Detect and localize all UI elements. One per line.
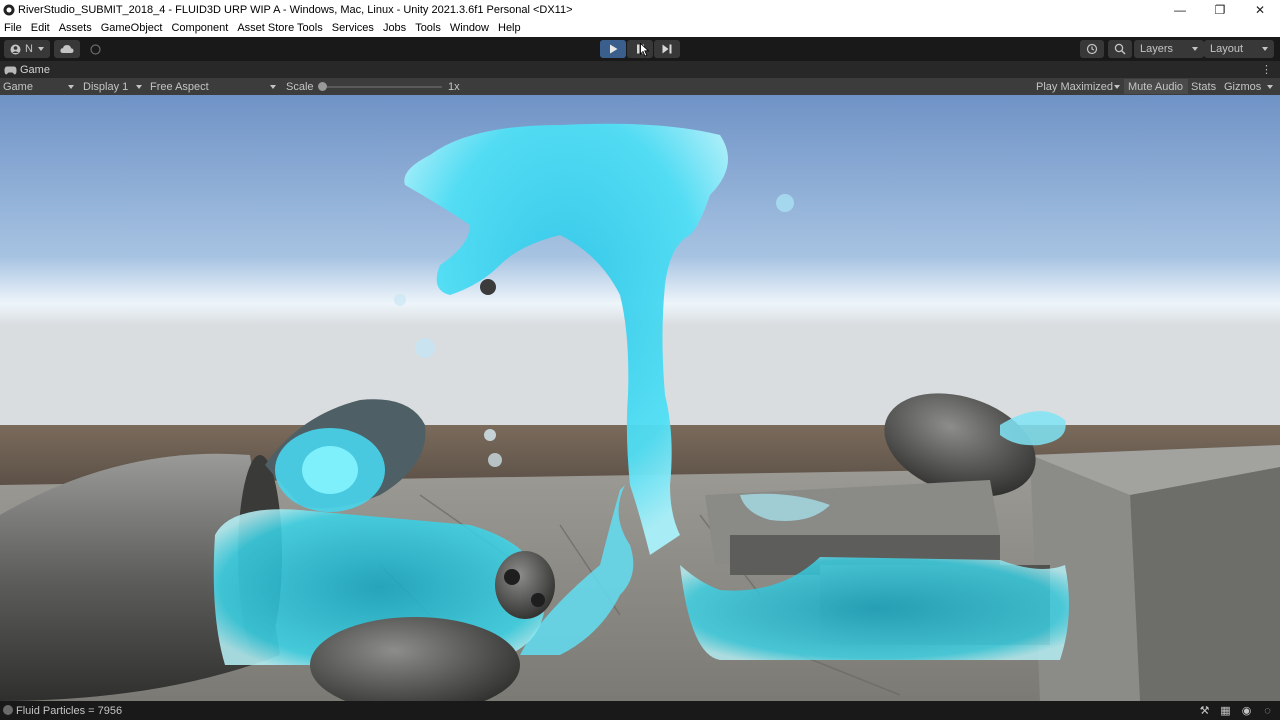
tab-menu-icon[interactable]: ⋮ — [1261, 63, 1272, 76]
minimize-icon: — — [1174, 2, 1186, 17]
view-mode-label: Game — [3, 80, 33, 93]
aspect-dropdown[interactable]: Free Aspect — [150, 79, 277, 94]
window-title: RiverStudio_SUBMIT_2018_4 - FLUID3D URP … — [18, 3, 573, 16]
step-icon — [662, 44, 672, 54]
cloud-icon — [60, 45, 74, 53]
scale-slider-track[interactable] — [320, 86, 442, 88]
search-button[interactable] — [1108, 40, 1132, 58]
wrench-icon[interactable]: ⚒ — [1198, 704, 1211, 717]
stats-label: Stats — [1191, 80, 1217, 93]
step-button[interactable] — [654, 40, 680, 58]
tab-game[interactable]: Game — [4, 62, 50, 78]
history-icon — [1086, 43, 1098, 55]
menu-assets[interactable]: Assets — [59, 22, 92, 34]
main-toolbar: N Layers Layout — [0, 37, 1280, 61]
view-mode-dropdown[interactable]: Game — [3, 79, 75, 94]
collab-icon — [89, 43, 101, 55]
play-button[interactable] — [600, 40, 626, 58]
display-label: Display 1 — [83, 80, 129, 93]
cloud-button[interactable] — [54, 40, 80, 58]
game-tab-bar: Game ⋮ — [0, 61, 1280, 78]
menu-tools[interactable]: Tools — [415, 22, 441, 34]
menu-window[interactable]: Window — [450, 22, 489, 34]
status-bar: Fluid Particles = 7956 ⚒ ▦ ◉ ◌ — [0, 701, 1280, 720]
layers-dropdown[interactable]: Layers — [1134, 40, 1204, 58]
collab-button[interactable] — [84, 40, 106, 58]
game-scene — [0, 95, 1280, 701]
menu-services[interactable]: Services — [332, 22, 374, 34]
layout-label: Layout — [1210, 43, 1244, 55]
close-icon: ✕ — [1254, 2, 1266, 17]
layout-dropdown[interactable]: Layout — [1204, 40, 1274, 58]
maximize-button[interactable]: ❐ — [1200, 0, 1240, 19]
menu-gameobject[interactable]: GameObject — [101, 22, 163, 34]
display-dropdown[interactable]: Display 1 — [83, 79, 143, 94]
gizmos-dropdown[interactable]: Gizmos — [1224, 79, 1274, 94]
gizmos-label: Gizmos — [1224, 80, 1262, 93]
cache-server-icon[interactable]: ◌ — [1261, 704, 1274, 717]
account-label: N — [25, 43, 33, 55]
progress-icon[interactable]: ▦ — [1219, 704, 1232, 717]
window-title-bar: RiverStudio_SUBMIT_2018_4 - FLUID3D URP … — [0, 0, 1280, 19]
menu-component[interactable]: Component — [171, 22, 228, 34]
aspect-label: Free Aspect — [150, 80, 209, 93]
mute-audio-label: Mute Audio — [1128, 80, 1184, 93]
debug-icon[interactable]: ◉ — [1240, 704, 1253, 717]
menu-jobs[interactable]: Jobs — [383, 22, 406, 34]
menu-asset-store-tools[interactable]: Asset Store Tools — [237, 22, 322, 34]
play-maximized-dropdown[interactable]: Play Maximized — [1036, 79, 1122, 94]
unity-app-icon — [3, 4, 15, 15]
minimize-button[interactable]: — — [1160, 0, 1200, 19]
scale-slider-handle[interactable] — [318, 82, 327, 91]
status-message[interactable]: Fluid Particles = 7956 — [16, 705, 122, 717]
menu-file[interactable]: File — [4, 22, 22, 34]
stats-toggle[interactable]: Stats — [1191, 79, 1219, 94]
scale-value: 1x — [448, 80, 460, 93]
game-viewport[interactable] — [0, 95, 1280, 701]
account-icon — [10, 44, 21, 54]
menu-bar: File Edit Assets GameObject Component As… — [0, 19, 1280, 37]
scale-label: Scale — [286, 80, 314, 93]
mute-audio-toggle[interactable]: Mute Audio — [1124, 79, 1188, 94]
tab-game-label: Game — [20, 64, 50, 76]
play-maximized-label: Play Maximized — [1036, 80, 1114, 93]
info-icon — [3, 705, 13, 715]
gamepad-icon — [4, 66, 17, 74]
account-dropdown[interactable]: N — [4, 40, 50, 58]
play-icon — [609, 44, 617, 54]
menu-help[interactable]: Help — [498, 22, 521, 34]
game-view-controls: Game Display 1 Free Aspect Scale 1x Play… — [0, 78, 1280, 95]
mouse-cursor-icon — [640, 43, 650, 57]
layers-label: Layers — [1140, 43, 1174, 55]
history-button[interactable] — [1080, 40, 1104, 58]
close-button[interactable]: ✕ — [1240, 0, 1280, 19]
restore-icon: ❐ — [1214, 2, 1226, 17]
menu-edit[interactable]: Edit — [31, 22, 50, 34]
search-icon — [1114, 43, 1126, 55]
